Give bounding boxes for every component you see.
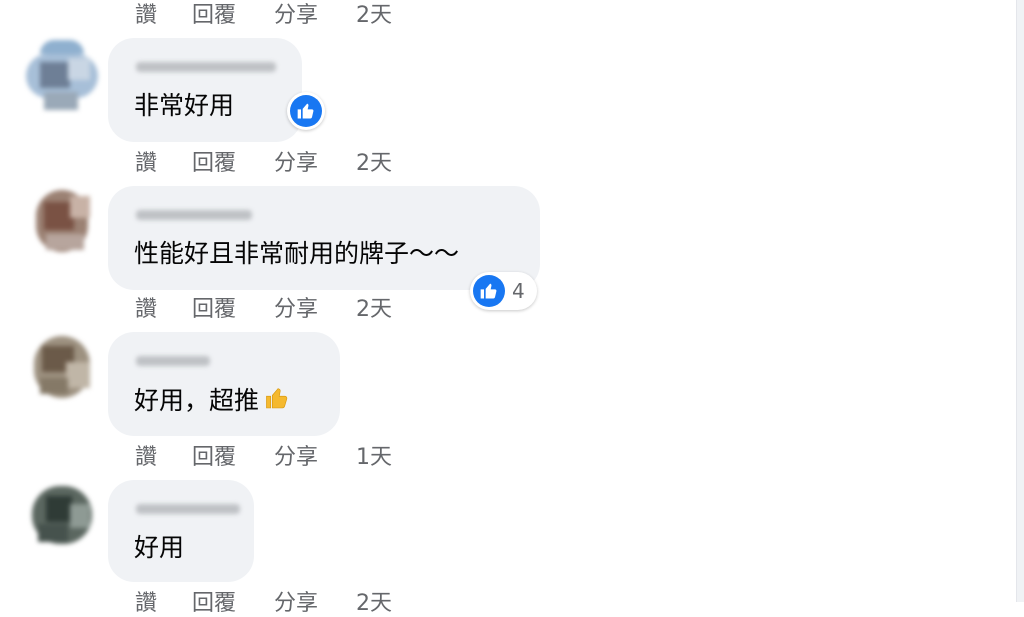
reaction-count: 4 xyxy=(512,279,525,303)
timestamp[interactable]: 1天 xyxy=(356,439,392,471)
comment-actions: 讚 回覆 分享 2天 xyxy=(135,146,392,176)
like-icon xyxy=(473,275,505,307)
reply-link[interactable]: 回覆 xyxy=(192,291,274,323)
share-link[interactable]: 分享 xyxy=(274,585,356,617)
like-icon xyxy=(290,95,322,127)
like-link[interactable]: 讚 xyxy=(135,0,192,29)
commenter-name-blurred[interactable] xyxy=(136,210,252,220)
avatar[interactable] xyxy=(26,332,98,404)
reaction-badge[interactable] xyxy=(287,92,325,130)
reply-link[interactable]: 回覆 xyxy=(192,145,274,177)
like-link[interactable]: 讚 xyxy=(135,145,192,177)
comment-text: 好用，超推 xyxy=(134,384,291,420)
share-link[interactable]: 分享 xyxy=(274,291,356,323)
commenter-name-blurred[interactable] xyxy=(136,62,276,72)
reply-link[interactable]: 回覆 xyxy=(192,439,274,471)
like-link[interactable]: 讚 xyxy=(135,291,192,323)
share-link[interactable]: 分享 xyxy=(274,0,356,29)
comment-actions: 讚 回覆 分享 1天 xyxy=(135,440,392,470)
timestamp[interactable]: 2天 xyxy=(356,585,392,617)
reply-link[interactable]: 回覆 xyxy=(192,585,274,617)
commenter-name-blurred[interactable] xyxy=(136,504,240,514)
comment-actions: 讚 回覆 分享 2天 xyxy=(135,0,392,28)
scrollbar[interactable] xyxy=(1016,0,1024,602)
timestamp[interactable]: 2天 xyxy=(356,291,392,323)
avatar[interactable] xyxy=(26,186,98,258)
timestamp[interactable]: 2天 xyxy=(356,145,392,177)
commenter-name-blurred[interactable] xyxy=(136,356,210,366)
comment-text: 非常好用 xyxy=(134,91,235,120)
comment-bubble: 性能好且非常耐用的牌子～～ xyxy=(108,186,540,290)
comment-text: 性能好且非常耐用的牌子～～ xyxy=(134,239,460,268)
comment-text: 好用 xyxy=(134,533,185,562)
reply-link[interactable]: 回覆 xyxy=(192,0,274,29)
reaction-badge[interactable]: 4 xyxy=(470,272,537,310)
comment-bubble: 好用，超推 xyxy=(108,332,340,436)
share-link[interactable]: 分享 xyxy=(274,439,356,471)
avatar[interactable] xyxy=(26,40,98,112)
comment-text-content: 好用，超推 xyxy=(134,386,260,415)
share-link[interactable]: 分享 xyxy=(274,145,356,177)
comment-bubble: 好用 xyxy=(108,480,254,582)
comment-bubble: 非常好用 xyxy=(108,38,302,142)
timestamp[interactable]: 2天 xyxy=(356,0,392,29)
thumbs-up-emoji xyxy=(263,384,291,420)
comment-actions: 讚 回覆 分享 2天 xyxy=(135,292,392,322)
like-link[interactable]: 讚 xyxy=(135,439,192,471)
like-link[interactable]: 讚 xyxy=(135,585,192,617)
avatar[interactable] xyxy=(26,480,98,552)
comment-actions: 讚 回覆 分享 2天 xyxy=(135,586,392,616)
